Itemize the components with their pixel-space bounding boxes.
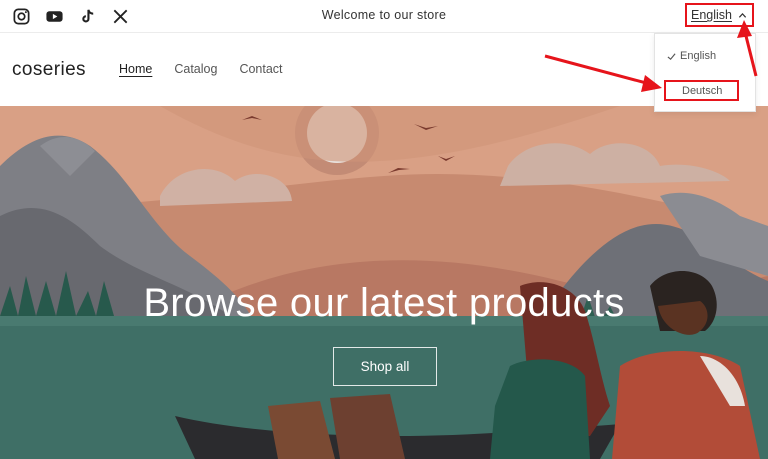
main-nav: Home Catalog Contact [119, 62, 283, 76]
annotation-box-deutsch [664, 80, 739, 101]
language-option-label: English [680, 50, 717, 62]
nav-link-home[interactable]: Home [119, 62, 152, 76]
nav-link-catalog[interactable]: Catalog [174, 62, 217, 76]
shop-all-button[interactable]: Shop all [333, 347, 437, 386]
announcement-text: Welcome to our store [321, 8, 447, 22]
announcement-bar: Welcome to our store English [0, 0, 768, 33]
language-option-english[interactable]: English [667, 50, 716, 62]
nav-link-contact[interactable]: Contact [239, 62, 282, 76]
site-header: coseries Home Catalog Contact [0, 33, 768, 106]
annotation-box-language [685, 3, 754, 27]
hero-title: Browse our latest products [143, 281, 625, 325]
hero-banner: Browse our latest products Shop all [0, 106, 768, 459]
store-logo[interactable]: coseries [12, 59, 86, 81]
checkmark-icon [667, 52, 676, 60]
